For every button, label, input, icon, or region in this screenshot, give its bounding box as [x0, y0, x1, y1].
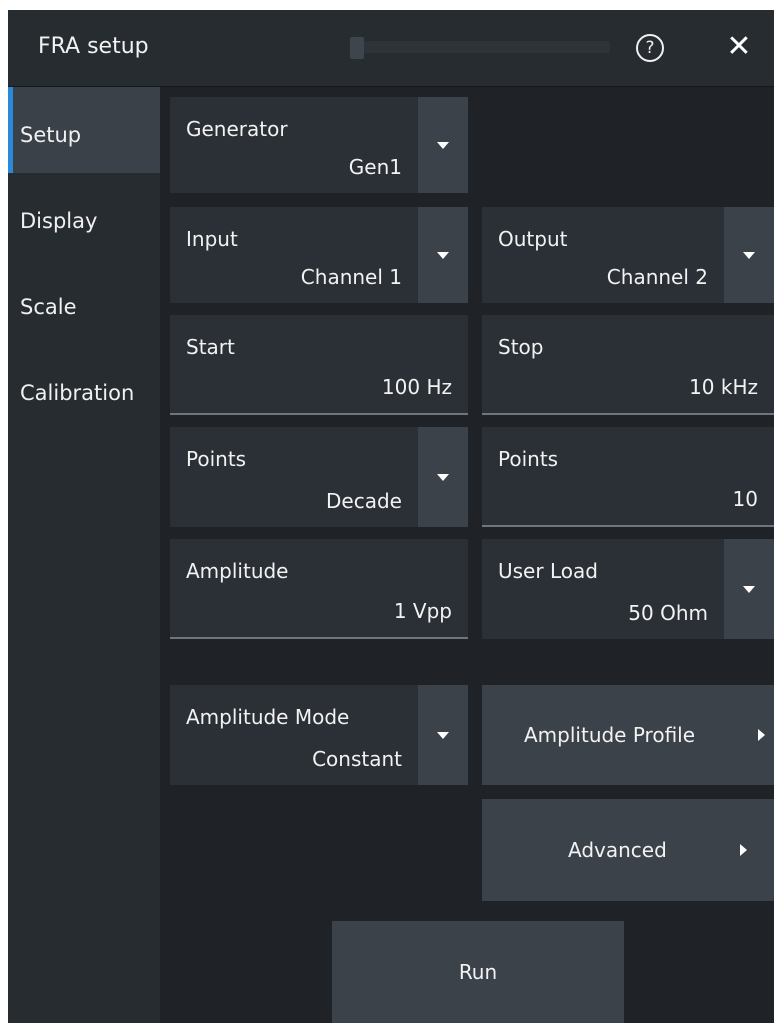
amplitude-mode-select[interactable]: Amplitude Mode Constant: [170, 685, 418, 785]
amplitude-field[interactable]: Amplitude 1 Vpp: [170, 539, 468, 639]
close-icon[interactable]: ✕: [724, 30, 754, 64]
sidebar-item-label: Display: [20, 209, 98, 233]
output-select[interactable]: Output Channel 2: [482, 207, 724, 303]
dropdown-arrow-icon: [743, 586, 755, 593]
start-value: 100 Hz: [381, 375, 452, 399]
input-select[interactable]: Input Channel 1: [170, 207, 418, 303]
help-icon[interactable]: ?: [636, 34, 664, 62]
dropdown-arrow-icon: [437, 142, 449, 149]
title-bar[interactable]: FRA setup ? ✕: [8, 10, 774, 87]
points-count-value: 10: [732, 487, 758, 511]
stop-label: Stop: [498, 335, 544, 359]
generator-select[interactable]: Generator Gen1: [170, 97, 418, 193]
chevron-right-icon: [758, 729, 765, 741]
points-count-field[interactable]: Points 10: [482, 427, 774, 527]
run-button[interactable]: Run: [332, 921, 624, 1023]
fra-setup-dialog: FRA setup ? ✕ Setup Display Scale Calibr…: [8, 10, 774, 1023]
sidebar-item-setup[interactable]: Setup: [8, 87, 160, 173]
generator-dropdown-button[interactable]: [418, 97, 468, 193]
stop-value: 10 kHz: [689, 375, 758, 399]
points-mode-label: Points: [186, 447, 247, 471]
run-label: Run: [458, 960, 498, 984]
sidebar-item-scale[interactable]: Scale: [8, 259, 160, 345]
amplitude-profile-label: Amplitude Profile: [524, 723, 696, 747]
input-value: Channel 1: [300, 265, 402, 289]
points-mode-select[interactable]: Points Decade: [170, 427, 418, 527]
output-dropdown-button[interactable]: [724, 207, 774, 303]
dropdown-arrow-icon: [743, 252, 755, 259]
stop-frequency-field[interactable]: Stop 10 kHz: [482, 315, 774, 415]
start-frequency-field[interactable]: Start 100 Hz: [170, 315, 468, 415]
generator-label: Generator: [186, 117, 288, 141]
start-label: Start: [186, 335, 235, 359]
input-label: Input: [186, 227, 238, 251]
amplitude-profile-button[interactable]: Amplitude Profile: [482, 685, 774, 785]
amplitude-label: Amplitude: [186, 559, 289, 583]
user-load-label: User Load: [498, 559, 598, 583]
drag-handle-track[interactable]: [350, 41, 610, 53]
output-value: Channel 2: [606, 265, 708, 289]
advanced-button[interactable]: Advanced: [482, 799, 774, 901]
points-count-label: Points: [498, 447, 559, 471]
sidebar-item-display[interactable]: Display: [8, 173, 160, 259]
dialog-title: FRA setup: [38, 34, 149, 59]
sidebar-item-label: Scale: [20, 295, 77, 319]
amplitude-mode-label: Amplitude Mode: [186, 705, 350, 729]
dropdown-arrow-icon: [437, 474, 449, 481]
setup-panel: Generator Gen1 Input Channel 1 Output Ch…: [160, 87, 774, 1023]
output-label: Output: [498, 227, 568, 251]
points-mode-dropdown-button[interactable]: [418, 427, 468, 527]
sidebar-item-label: Setup: [20, 123, 82, 147]
amplitude-mode-dropdown-button[interactable]: [418, 685, 468, 785]
points-mode-value: Decade: [326, 489, 402, 513]
advanced-label: Advanced: [568, 838, 667, 862]
sidebar-item-calibration[interactable]: Calibration: [8, 345, 160, 431]
dropdown-arrow-icon: [437, 732, 449, 739]
dropdown-arrow-icon: [437, 252, 449, 259]
generator-value: Gen1: [348, 155, 402, 179]
drag-handle-grip[interactable]: [350, 37, 364, 59]
sidebar-item-label: Calibration: [20, 381, 135, 405]
user-load-value: 50 Ohm: [628, 601, 708, 625]
amplitude-mode-value: Constant: [312, 747, 402, 771]
input-dropdown-button[interactable]: [418, 207, 468, 303]
amplitude-value: 1 Vpp: [393, 599, 452, 623]
chevron-right-icon: [740, 844, 747, 856]
user-load-dropdown-button[interactable]: [724, 539, 774, 639]
sidebar: Setup Display Scale Calibration: [8, 87, 160, 1023]
user-load-select[interactable]: User Load 50 Ohm: [482, 539, 724, 639]
